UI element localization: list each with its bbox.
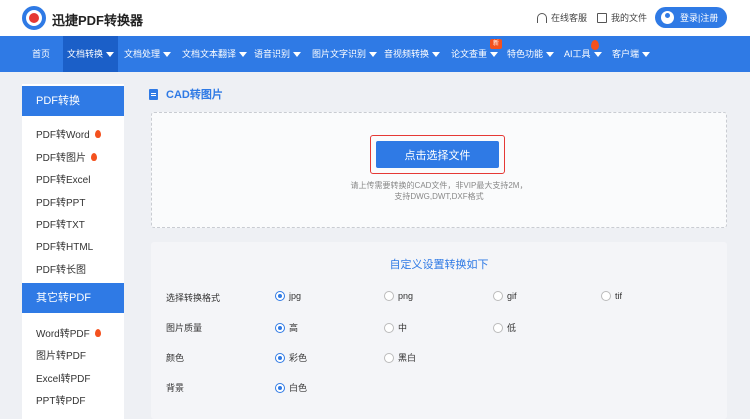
sidebar: PDF转换 PDF转Word PDF转图片 PDF转Excel PDF转PPT … <box>22 84 124 419</box>
sidebar-item-word-to-pdf[interactable]: Word转PDF <box>36 325 101 340</box>
sidebar-item-pdf-to-image[interactable]: PDF转图片 <box>36 149 97 164</box>
page-title: CAD转图片 <box>149 86 223 102</box>
quality-label: 图片质量 <box>166 323 203 333</box>
my-files-link[interactable]: 我的文件 <box>597 11 647 24</box>
hot-flame-icon <box>91 152 97 161</box>
radio-checked-icon <box>275 352 285 363</box>
nav-item-doc-translate[interactable]: 文档文本翻译 <box>178 36 251 72</box>
radio-quality-high[interactable]: 高 <box>275 321 298 334</box>
radio-unchecked-icon <box>384 322 394 333</box>
login-register-button[interactable]: 登录|注册 <box>655 7 727 28</box>
caret-down-icon <box>293 52 302 58</box>
nav-item-ai-tools[interactable]: AI工具 <box>560 36 606 72</box>
login-label: 登录|注册 <box>680 13 719 23</box>
upload-hint-line1: 请上传需要转换的CAD文件，非VIP最大支持2M， <box>350 181 528 190</box>
sidebar-item-excel-to-pdf[interactable]: Excel转PDF <box>36 370 90 385</box>
radio-format-png[interactable]: png <box>384 291 413 301</box>
support-link[interactable]: 在线客服 <box>537 11 587 24</box>
brand-name[interactable]: 迅捷PDF转换器 <box>52 10 143 29</box>
caret-down-icon <box>490 52 499 58</box>
caret-down-icon <box>642 52 651 58</box>
radio-background-white[interactable]: 白色 <box>275 381 307 394</box>
radio-checked-icon <box>275 291 285 301</box>
radio-color-bw[interactable]: 黑白 <box>384 351 416 364</box>
radio-format-gif[interactable]: gif <box>493 291 517 301</box>
caret-down-icon <box>369 52 378 58</box>
sidebar-item-pdf-to-html[interactable]: PDF转HTML <box>36 238 93 253</box>
radio-unchecked-icon <box>601 291 611 301</box>
radio-color-full[interactable]: 彩色 <box>275 351 307 364</box>
radio-unchecked-icon <box>384 291 394 301</box>
caret-down-icon <box>432 52 441 58</box>
radio-checked-icon <box>275 322 285 333</box>
radio-unchecked-icon <box>384 352 394 363</box>
sidebar-item-pdf-to-word[interactable]: PDF转Word <box>36 126 101 141</box>
nav-item-av-convert[interactable]: 音视频转换 <box>380 36 444 72</box>
support-label: 在线客服 <box>551 13 588 23</box>
radio-unchecked-icon <box>493 291 503 301</box>
nav-item-doc-process[interactable]: 文档处理 <box>120 36 175 72</box>
nav-item-featured[interactable]: 特色功能 <box>503 36 558 72</box>
caret-down-icon <box>106 52 115 58</box>
radio-quality-low[interactable]: 低 <box>493 321 516 334</box>
nav-item-doc-convert[interactable]: 文档转换 <box>63 36 119 72</box>
upload-hint-line2: 支持DWG,DWT,DXF格式 <box>394 192 484 201</box>
radio-unchecked-icon <box>493 322 503 333</box>
file-icon <box>149 88 158 100</box>
radio-format-jpg[interactable]: jpg <box>275 291 301 301</box>
new-badge: 新 <box>490 39 502 49</box>
sidebar-section-title: 其它转PDF <box>22 283 124 313</box>
select-file-button[interactable]: 点击选择文件 <box>376 141 499 168</box>
sidebar-item-pdf-to-long-image[interactable]: PDF转长图 <box>36 261 86 276</box>
sidebar-item-image-to-pdf[interactable]: 图片转PDF <box>36 347 86 362</box>
nav-item-home[interactable]: 首页 <box>28 36 54 72</box>
settings-title: 自定义设置转换如下 <box>389 259 489 271</box>
caret-down-icon <box>239 52 248 58</box>
user-avatar-icon <box>661 11 674 24</box>
background-label: 背景 <box>166 383 185 393</box>
format-label: 选择转换格式 <box>166 293 221 303</box>
nav-item-ocr[interactable]: 图片文字识别 <box>308 36 381 72</box>
top-header: 迅捷PDF转换器 在线客服 我的文件 登录|注册 <box>0 0 750 36</box>
my-files-label: 我的文件 <box>611 13 648 23</box>
sidebar-item-ppt-to-pdf[interactable]: PPT转PDF <box>36 392 85 407</box>
document-icon <box>597 12 607 23</box>
hot-flame-icon <box>94 129 101 138</box>
sidebar-item-pdf-to-excel[interactable]: PDF转Excel <box>36 171 90 186</box>
nav-item-speech[interactable]: 语音识别 <box>250 36 305 72</box>
hot-flame-icon <box>591 40 599 50</box>
sidebar-section-title: PDF转换 <box>22 86 124 116</box>
main-nav: 首页 文档转换 文档处理 文档文本翻译 语音识别 图片文字识别 音视频转换 论文… <box>0 36 750 72</box>
color-label: 颜色 <box>166 353 185 363</box>
hot-flame-icon <box>94 328 101 337</box>
sidebar-item-pdf-to-txt[interactable]: PDF转TXT <box>36 216 85 231</box>
caret-down-icon <box>163 52 172 58</box>
caret-down-icon <box>593 52 602 58</box>
headset-icon <box>537 12 547 23</box>
radio-quality-medium[interactable]: 中 <box>384 321 407 334</box>
radio-format-tif[interactable]: tif <box>601 291 622 301</box>
caret-down-icon <box>546 52 555 58</box>
sidebar-item-pdf-to-ppt[interactable]: PDF转PPT <box>36 194 85 209</box>
nav-item-client[interactable]: 客户端 <box>608 36 654 72</box>
brand-logo-icon[interactable] <box>22 6 46 30</box>
radio-checked-icon <box>275 382 285 393</box>
